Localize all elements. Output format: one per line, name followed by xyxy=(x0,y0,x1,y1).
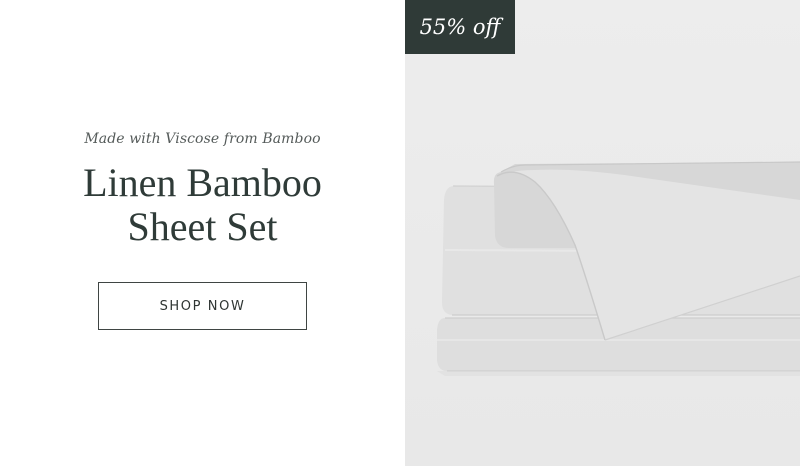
product-title-line2: Sheet Set xyxy=(127,204,278,249)
promo-text-panel: Made with Viscose from Bamboo Linen Bamb… xyxy=(0,0,405,466)
folded-sheet-set-icon xyxy=(437,161,800,376)
product-title-line1: Linen Bamboo xyxy=(83,160,322,205)
eyebrow-text: Made with Viscose from Bamboo xyxy=(84,131,321,147)
discount-badge: 55% off xyxy=(405,0,515,54)
product-title: Linen Bamboo Sheet Set xyxy=(83,161,322,249)
promo-banner[interactable]: Made with Viscose from Bamboo Linen Bamb… xyxy=(0,0,800,466)
shop-now-button[interactable]: SHOP NOW xyxy=(98,282,307,330)
product-image-panel[interactable] xyxy=(405,0,800,466)
